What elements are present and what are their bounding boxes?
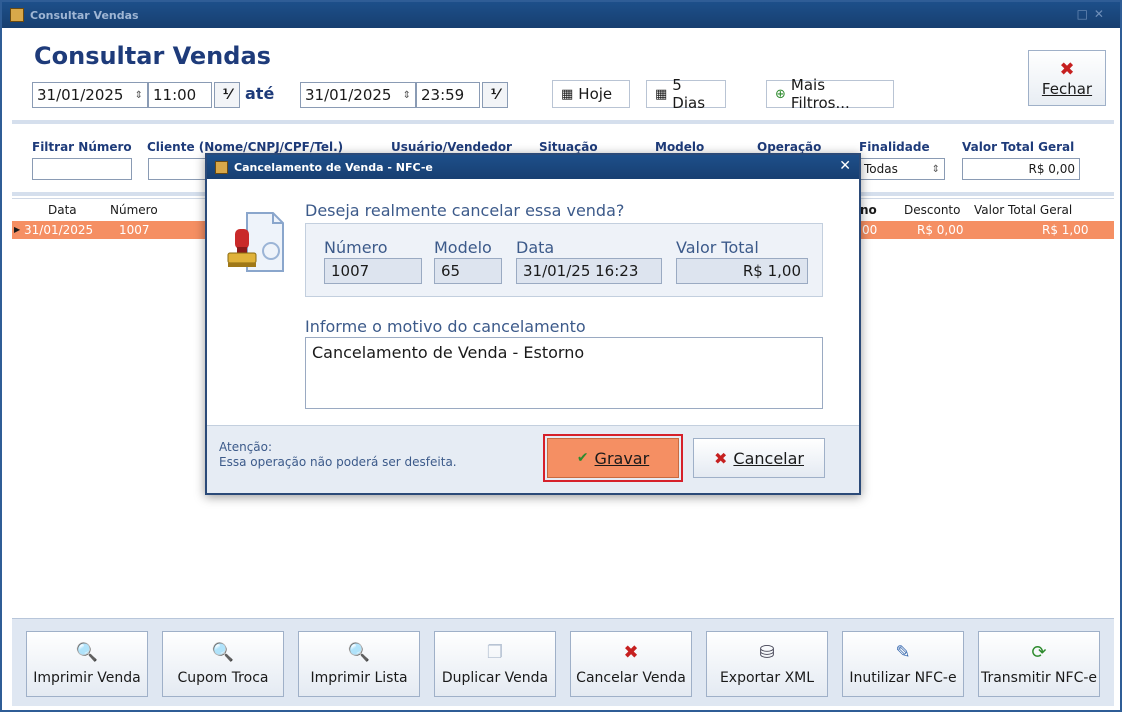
spin-icon[interactable]: ⇕: [135, 90, 143, 101]
number-value: 1007: [324, 258, 422, 284]
export-xml-button[interactable]: ⛁ Exportar XML: [706, 631, 828, 697]
date-label: Data: [516, 238, 555, 257]
close-icon: ✖: [1059, 58, 1075, 80]
calendar-icon: ▦: [655, 86, 668, 102]
filter-purpose-select[interactable]: Todas ⇕: [859, 158, 945, 180]
transmit-nfce-button[interactable]: ⟳ Transmitir NFC-e: [978, 631, 1100, 697]
save-button[interactable]: ✔ Gravar: [547, 438, 679, 478]
export-icon: ⛁: [759, 642, 775, 663]
spin-icon[interactable]: ⇕: [403, 90, 411, 101]
cancel-sale-dialog: Cancelamento de Venda - NFC-e ✕ Deseja r…: [205, 153, 861, 495]
window-title: Consultar Vendas: [30, 8, 139, 22]
title-bar: Consultar Vendas □✕: [2, 2, 1120, 28]
time-from-field[interactable]: 11:00: [148, 82, 212, 108]
exchange-coupon-button[interactable]: 🔍 Cupom Troca: [162, 631, 284, 697]
x-icon: ✖: [623, 642, 639, 663]
cancel-sale-button[interactable]: ✖ Cancelar Venda: [570, 631, 692, 697]
filter-total-label: Valor Total Geral: [962, 140, 1075, 154]
col-discount[interactable]: Desconto: [904, 203, 960, 217]
model-value: 65: [434, 258, 502, 284]
filter-purpose-label: Finalidade: [859, 140, 930, 154]
time-picker-icon[interactable]: ⅟: [214, 82, 240, 108]
filter-client-label: Cliente (Nome/CNPJ/CPF/Tel.): [147, 140, 344, 154]
page-title: Consultar Vendas: [34, 42, 271, 70]
col-total[interactable]: Valor Total Geral: [974, 203, 1072, 217]
close-button[interactable]: ✖ Fechar: [1028, 50, 1106, 106]
dialog-title-bar: Cancelamento de Venda - NFC-e ✕: [207, 155, 859, 179]
x-icon: ✖: [714, 448, 728, 468]
filter-client-input[interactable]: [148, 158, 208, 180]
today-button[interactable]: ▦ Hoje: [552, 80, 630, 108]
date-value: 31/01/25 16:23: [516, 258, 662, 284]
divider: [12, 120, 1114, 124]
total-label: Valor Total: [676, 238, 759, 257]
dialog-title: Cancelamento de Venda - NFC-e: [234, 160, 433, 174]
edit-document-icon: ✎: [895, 642, 911, 663]
time-to-field[interactable]: 23:59: [416, 82, 480, 108]
print-sale-button[interactable]: 🔍 Imprimir Venda: [26, 631, 148, 697]
print-preview-icon: 🔍: [347, 642, 371, 663]
filter-total-input[interactable]: R$ 0,00: [962, 158, 1080, 180]
spin-icon: ⇕: [931, 163, 940, 175]
copy-icon: ❐: [486, 642, 504, 663]
print-preview-icon: 🔍: [211, 642, 235, 663]
plus-circle-icon: ⊕: [775, 86, 786, 102]
duplicate-sale-button[interactable]: ❐ Duplicar Venda: [434, 631, 556, 697]
model-label: Modelo: [434, 238, 492, 257]
date-to-field[interactable]: 31/01/2025 ⇕: [300, 82, 416, 108]
until-label: até: [245, 84, 275, 103]
reason-textarea[interactable]: Cancelamento de Venda - Estorno: [305, 337, 823, 409]
print-preview-icon: 🔍: [75, 642, 99, 663]
col-date[interactable]: Data: [48, 203, 77, 217]
void-nfce-button[interactable]: ✎ Inutilizar NFC-e: [842, 631, 964, 697]
window-controls[interactable]: □✕: [1077, 7, 1110, 21]
print-list-button[interactable]: 🔍 Imprimir Lista: [298, 631, 420, 697]
total-value: R$ 1,00: [676, 258, 808, 284]
time-picker-icon[interactable]: ⅟: [482, 82, 508, 108]
calendar-icon: ▦: [561, 86, 574, 102]
five-days-button[interactable]: ▦ 5 Dias: [646, 76, 726, 112]
bottom-toolbar: 🔍 Imprimir Venda 🔍 Cupom Troca 🔍 Imprimi…: [12, 618, 1114, 706]
more-filters-button[interactable]: ⊕ Mais Filtros...: [766, 76, 894, 112]
row-pointer-icon: ▶: [14, 225, 21, 234]
stamp-document-icon: [227, 212, 284, 272]
sale-info-panel: Número Modelo Data Valor Total 1007 65 3…: [305, 223, 823, 297]
dialog-footer: Atenção: Essa operação não poderá ser de…: [207, 425, 859, 493]
check-icon: ✔: [576, 450, 589, 466]
filter-number-input[interactable]: [32, 158, 132, 180]
col-partial[interactable]: no: [860, 203, 877, 217]
dialog-body: Deseja realmente cancelar essa venda? Nú…: [207, 179, 859, 425]
filter-number-label: Filtrar Número: [32, 140, 132, 154]
filter-operation-label: Operação: [757, 140, 822, 154]
close-icon[interactable]: ✕: [839, 158, 851, 174]
refresh-icon: ⟳: [1031, 642, 1047, 663]
save-button-highlight: ✔ Gravar: [543, 434, 683, 482]
number-label: Número: [324, 238, 388, 257]
date-from-field[interactable]: 31/01/2025 ⇕: [32, 82, 148, 108]
reason-label: Informe o motivo do cancelamento: [305, 317, 586, 336]
filter-status-label: Situação: [539, 140, 598, 154]
filter-model-label: Modelo: [655, 140, 705, 154]
app-icon: [215, 160, 228, 174]
filter-user-label: Usuário/Vendedor: [391, 140, 512, 154]
warning-text: Atenção: Essa operação não poderá ser de…: [219, 440, 457, 469]
cancel-button[interactable]: ✖ Cancelar: [693, 438, 825, 478]
app-icon: [10, 8, 24, 22]
col-number[interactable]: Número: [110, 203, 158, 217]
confirm-question: Deseja realmente cancelar essa venda?: [305, 201, 625, 220]
